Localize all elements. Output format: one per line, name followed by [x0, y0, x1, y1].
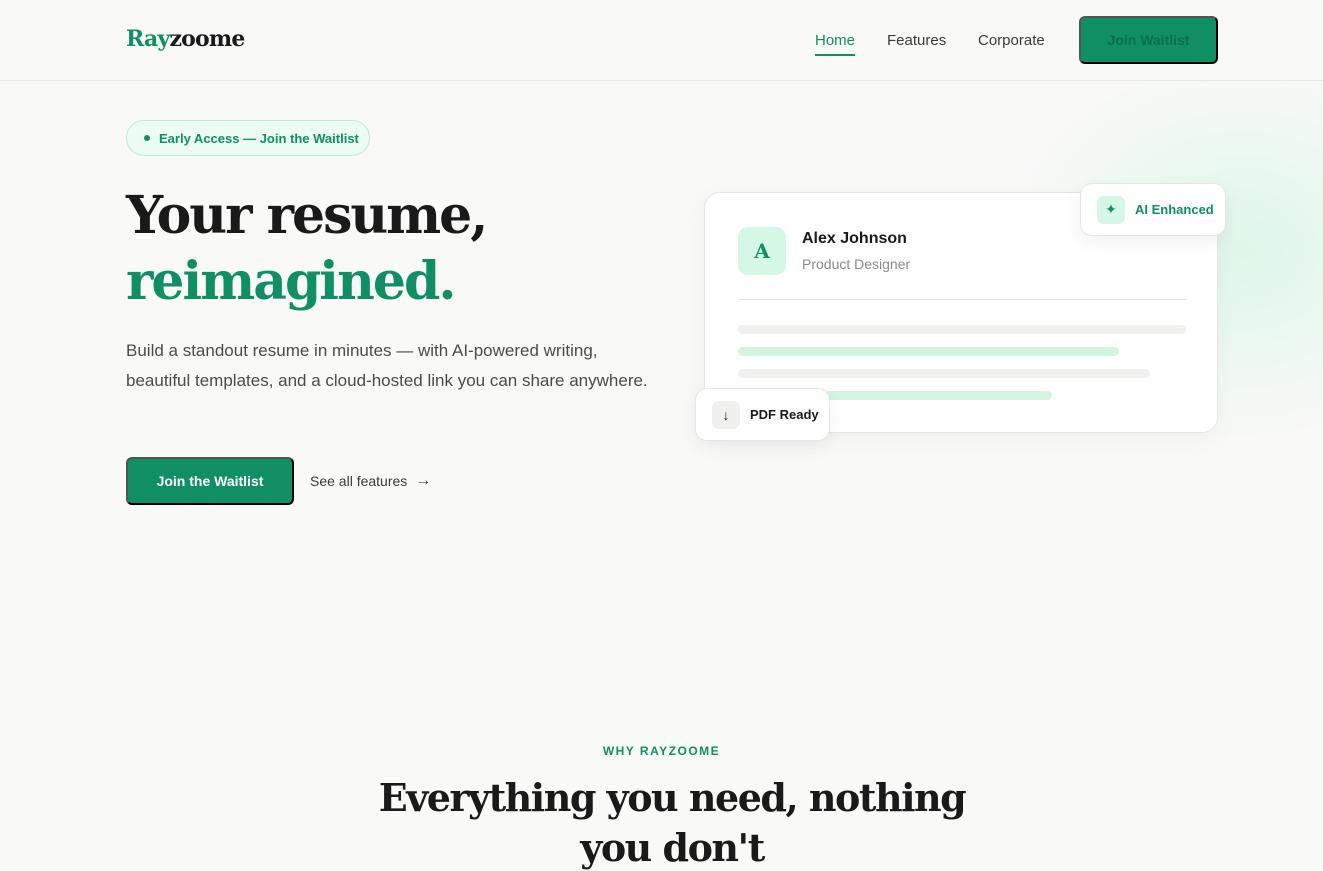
sparkle-icon: ✦: [1097, 195, 1125, 224]
join-waitlist-header-button[interactable]: Join Waitlist: [1079, 16, 1218, 64]
preview-name: Alex Johnson: [802, 230, 907, 247]
pdf-ready-label: PDF Ready: [750, 407, 819, 422]
badge-label: Early Access — Join the Waitlist: [159, 130, 359, 146]
card-divider: [738, 299, 1186, 300]
ai-enhanced-label: AI Enhanced: [1135, 202, 1214, 217]
badge-dot-icon: [144, 135, 150, 141]
hero-description: Build a standout resume in minutes — wit…: [126, 341, 648, 390]
landing-page: Rayzoome Home Features Corporate Join Wa…: [0, 0, 1323, 871]
early-access-badge: Early Access — Join the Waitlist: [126, 120, 370, 156]
preview-role: Product Designer: [802, 256, 911, 272]
pdf-ready-chip: ↓ PDF Ready: [695, 388, 830, 441]
logo-part-ray: Ray: [126, 26, 170, 52]
hero-title-line2: reimagined.: [126, 251, 456, 312]
hero-title-line1: Your resume,: [126, 185, 488, 246]
placeholder-line: [738, 369, 1150, 378]
join-waitlist-button[interactable]: Join the Waitlist: [126, 457, 294, 505]
nav-corporate[interactable]: Corporate: [978, 32, 1045, 49]
download-arrow-icon: ↓: [712, 400, 740, 429]
see-features-label: See all features: [310, 473, 408, 489]
placeholder-line-highlight: [738, 347, 1119, 356]
arrow-right-icon: →: [415, 472, 432, 489]
nav-features[interactable]: Features: [887, 32, 946, 49]
section-eyebrow: WHY RAYZOOME: [602, 744, 721, 758]
see-features-link[interactable]: See all features →: [310, 472, 431, 490]
hero-title: Your resume, reimagined.: [126, 183, 488, 315]
site-header: Rayzoome Home Features Corporate Join Wa…: [0, 0, 1323, 81]
ai-enhanced-chip: ✦ AI Enhanced: [1080, 183, 1226, 236]
logo-part-zoome: zoome: [169, 26, 245, 52]
avatar: A: [738, 227, 786, 275]
section-title: Everything you need, nothing you don't: [378, 775, 967, 870]
logo[interactable]: Rayzoome: [126, 26, 245, 52]
placeholder-line: [738, 325, 1186, 334]
nav-home[interactable]: Home: [815, 32, 856, 56]
